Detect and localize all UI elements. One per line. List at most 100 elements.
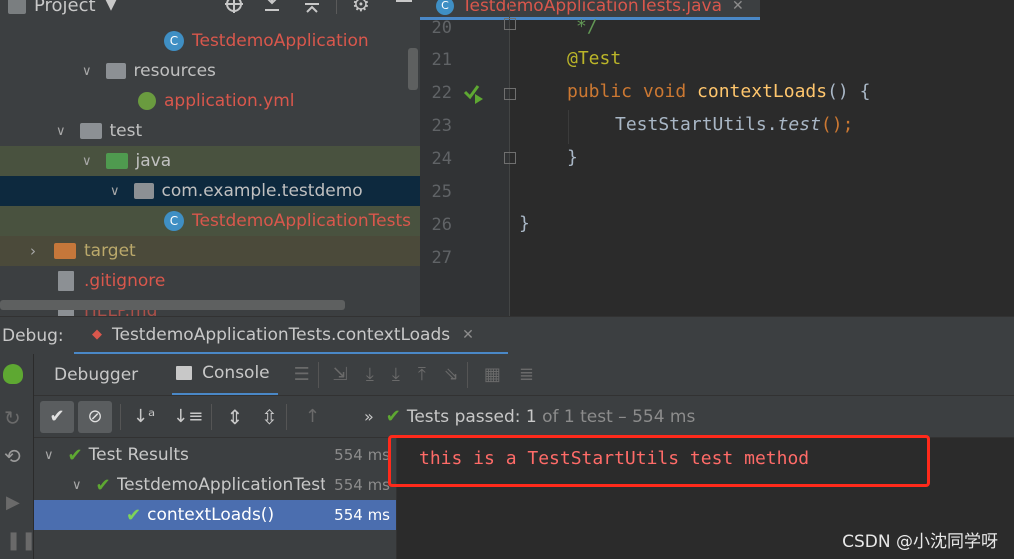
show-execution-point-icon[interactable]: ⇲ xyxy=(333,364,348,385)
chevron-down-icon[interactable]: ∨ xyxy=(44,448,54,463)
tree-item-label: java xyxy=(135,151,172,171)
debug-label: Debug: xyxy=(2,325,64,346)
chevron-down-icon[interactable]: ∨ xyxy=(56,124,66,139)
test-results-row[interactable]: ∨ ✔ Test Results 554 ms xyxy=(34,440,396,470)
rerun-icon[interactable]: ↻ xyxy=(4,406,21,430)
test-method-label: contextLoads() xyxy=(147,505,275,525)
code-punct: (); xyxy=(820,114,854,135)
chevron-down-icon[interactable]: ∨ xyxy=(82,64,92,79)
run-test-icon[interactable] xyxy=(462,82,484,104)
tree-item[interactable]: .gitignore xyxy=(0,266,420,296)
editor-tab-label: TestdemoApplicationTests.java xyxy=(462,0,723,16)
divider xyxy=(317,361,319,388)
spring-class-icon: C xyxy=(164,31,184,51)
resume-icon[interactable]: ▶ xyxy=(6,492,20,513)
fold-marker-icon[interactable] xyxy=(504,88,516,100)
code-class-ref: TestStartUtils. xyxy=(615,114,778,135)
code-punct: () { xyxy=(827,81,871,102)
tree-item[interactable]: ∨ test xyxy=(0,116,420,146)
previous-failed-icon[interactable]: ↑ xyxy=(305,406,320,427)
code-annotation: @Test xyxy=(567,48,622,69)
evaluate-icon[interactable]: ▦ xyxy=(484,364,501,385)
tree-item[interactable]: ∨ java xyxy=(0,146,420,176)
divider xyxy=(336,0,337,14)
tree-item-label: .gitignore xyxy=(84,271,166,291)
expand-all-icon[interactable]: ⇕ xyxy=(226,405,243,429)
test-duration: 554 ms xyxy=(334,506,390,524)
divider xyxy=(120,403,121,430)
gear-icon[interactable]: ⚙ xyxy=(352,0,370,16)
chevron-down-icon[interactable]: ▼ xyxy=(106,0,117,13)
test-duration: 554 ms xyxy=(330,476,390,494)
tree-item[interactable]: C TestdemoApplication xyxy=(0,26,420,56)
step-over-icon[interactable]: ⤓ xyxy=(366,364,374,385)
vertical-scrollbar[interactable] xyxy=(408,48,418,90)
debug-tool-window-header: Debug: ◆ TestdemoApplicationTests.contex… xyxy=(0,316,1014,354)
code-comment: */ xyxy=(576,16,598,37)
chevron-right-icon[interactable]: › xyxy=(30,242,36,260)
test-status-prefix: Tests passed: xyxy=(406,406,526,427)
chevron-down-icon[interactable]: ∨ xyxy=(82,154,92,169)
hide-icon[interactable] xyxy=(396,0,412,2)
bug-icon[interactable] xyxy=(3,364,23,384)
expand-all-icon[interactable] xyxy=(262,0,282,14)
show-ignored-toggle[interactable]: ⊘ xyxy=(78,400,112,433)
menu-icon[interactable]: ☰ xyxy=(294,364,310,385)
project-title[interactable]: Project xyxy=(34,0,96,16)
test-results-tree[interactable]: ∨ ✔ Test Results 554 ms ∨ ✔ TestdemoAppl… xyxy=(34,438,396,559)
line-number: 23 xyxy=(431,116,452,136)
excluded-folder-icon xyxy=(54,243,76,259)
sort-alphabetically-icon[interactable]: ↓ᵃ xyxy=(133,406,155,427)
step-out-icon[interactable]: ⤒ xyxy=(418,364,426,385)
tree-item[interactable]: ∨ resources xyxy=(0,56,420,86)
line-number: 24 xyxy=(431,149,452,169)
step-into-icon[interactable]: ⤓ xyxy=(392,364,400,385)
tab-console[interactable]: Console xyxy=(172,354,278,395)
tree-item-label: resources xyxy=(133,61,216,81)
tab-debugger[interactable]: Debugger xyxy=(54,365,138,385)
locate-icon[interactable] xyxy=(224,0,244,14)
code-static-call: test xyxy=(777,114,821,135)
code-line: TestStartUtils.test(); xyxy=(615,114,853,135)
test-duration: 554 ms xyxy=(334,446,390,464)
divider xyxy=(466,361,468,388)
test-status-text: Tests passed: 1 of 1 test – 554 ms xyxy=(407,407,696,427)
close-icon[interactable]: ✕ xyxy=(462,327,474,343)
project-panel: Project ▼ ⚙ C TestdemoApplication ∨ reso… xyxy=(0,0,420,316)
tree-item[interactable]: ∨ com.example.testdemo xyxy=(0,176,420,206)
debug-session-tab[interactable]: ◆ TestdemoApplicationTests.contextLoads … xyxy=(74,317,508,354)
chevron-down-icon[interactable]: ∨ xyxy=(72,478,82,493)
resources-folder-icon xyxy=(105,63,126,79)
chevron-down-icon[interactable]: ∨ xyxy=(110,184,120,199)
collapse-all-icon[interactable]: ⇳ xyxy=(261,405,278,429)
restore-layout-icon[interactable]: ⟲ xyxy=(4,444,21,468)
show-passed-toggle[interactable]: ✔ xyxy=(40,400,74,433)
tree-item-label: application.yml xyxy=(164,91,295,111)
tree-item[interactable]: › target xyxy=(0,236,420,266)
fold-marker-icon[interactable] xyxy=(504,152,516,164)
more-actions-icon[interactable]: » xyxy=(364,407,374,426)
package-icon xyxy=(133,183,154,199)
test-class-row[interactable]: ∨ ✔ TestdemoApplicationTests 554 ms xyxy=(34,470,396,500)
tree-item[interactable]: C TestdemoApplicationTests xyxy=(0,206,420,236)
java-class-icon: C xyxy=(436,0,454,15)
test-status-suffix: of 1 test – 554 ms xyxy=(536,406,696,427)
tests-passed-icon: ✔ xyxy=(385,406,401,427)
collapse-all-icon[interactable] xyxy=(302,0,322,14)
passed-icon: ✔ xyxy=(126,504,142,526)
close-icon[interactable]: ✕ xyxy=(732,0,744,14)
yaml-file-icon xyxy=(138,92,156,110)
line-number: 21 xyxy=(431,50,452,70)
run-to-cursor-icon[interactable]: ⇘ xyxy=(444,364,459,385)
test-source-folder-icon xyxy=(105,153,128,169)
trace-icon[interactable]: ≣ xyxy=(519,364,534,385)
pause-icon[interactable]: ❚❚ xyxy=(6,530,36,551)
horizontal-scrollbar[interactable] xyxy=(0,300,345,310)
tree-item-label: com.example.testdemo xyxy=(161,181,363,201)
tree-item[interactable]: application.yml xyxy=(0,86,420,116)
code-editor[interactable]: C TestdemoApplicationTests.java ✕ 20 21 … xyxy=(420,0,1014,316)
line-number: 27 xyxy=(431,248,452,268)
sort-by-duration-icon[interactable]: ↓≡ xyxy=(173,406,203,427)
test-method-row[interactable]: ✔ contextLoads() 554 ms xyxy=(34,500,396,530)
fold-marker-icon[interactable] xyxy=(504,18,516,30)
